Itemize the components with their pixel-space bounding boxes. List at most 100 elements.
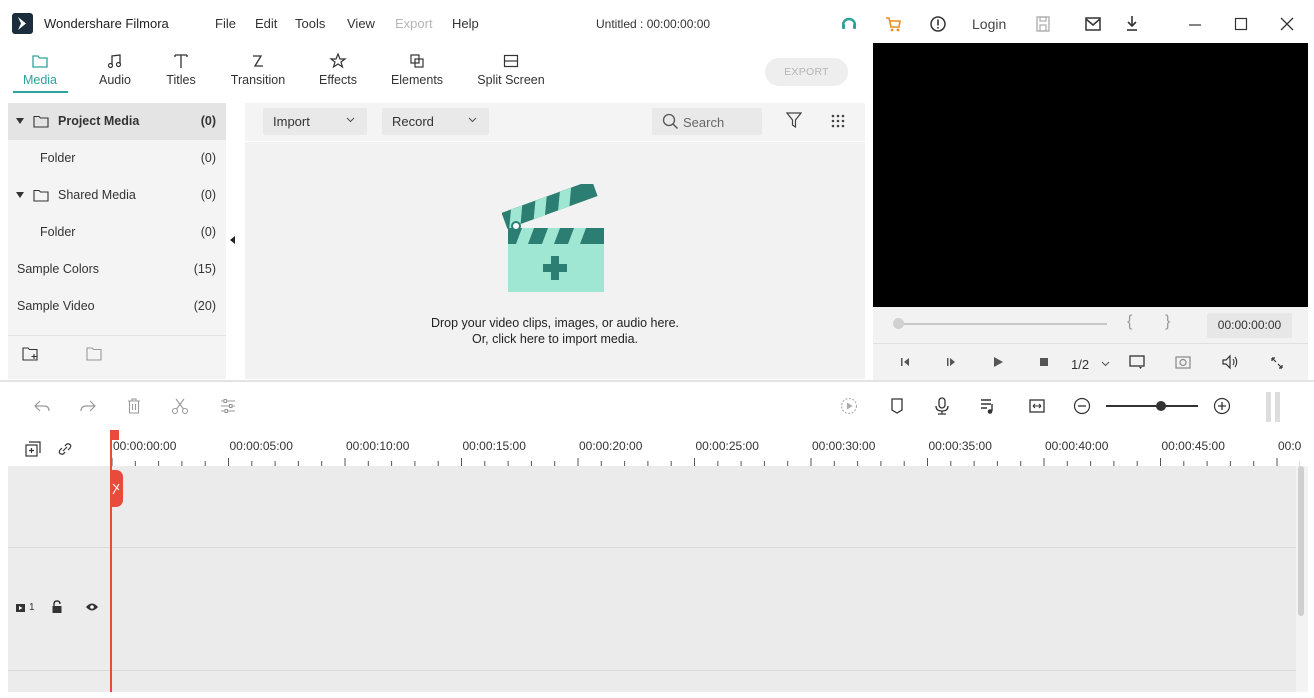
collapse-panel-icon[interactable] [230, 236, 235, 244]
ruler-ticks [111, 458, 1300, 466]
microphone-icon[interactable] [932, 396, 952, 416]
marker-icon[interactable] [887, 396, 907, 416]
ruler-label: 00:00:30:00 [812, 439, 876, 453]
tab-label: Elements [390, 73, 444, 87]
library-item-project-media[interactable]: Project Media (0) [8, 103, 226, 140]
playback-progress-track[interactable] [897, 323, 1107, 325]
import-dropdown[interactable]: Import [263, 108, 367, 135]
minimize-icon[interactable] [1184, 13, 1206, 35]
tab-audio[interactable]: Audio [84, 50, 146, 92]
library-item-name: Shared Media [58, 188, 136, 202]
library-item-count: (0) [200, 151, 216, 165]
undo-icon[interactable] [32, 396, 52, 416]
download-icon[interactable] [1121, 13, 1143, 35]
track-divider [110, 547, 1296, 548]
fit-timeline-icon[interactable] [1027, 396, 1047, 416]
new-folder-icon[interactable] [86, 346, 104, 362]
stop-icon[interactable] [1037, 355, 1051, 369]
search-input[interactable]: Search [652, 108, 762, 135]
mark-in-button[interactable]: { [1127, 313, 1132, 331]
library-item-name: Project Media [58, 114, 140, 128]
next-frame-icon[interactable] [944, 355, 958, 369]
library-item-name: Folder [40, 225, 76, 239]
playhead-top[interactable] [110, 430, 119, 440]
music-note-icon [84, 50, 146, 72]
add-track-icon[interactable] [24, 440, 42, 458]
folder-icon [9, 50, 71, 72]
fullscreen-icon[interactable] [1269, 355, 1285, 371]
add-folder-icon[interactable] [22, 346, 40, 362]
maximize-icon[interactable] [1230, 13, 1252, 35]
zoom-in-icon[interactable] [1212, 396, 1232, 416]
zoom-slider-track[interactable] [1106, 405, 1198, 407]
menu-view[interactable]: View [347, 16, 375, 31]
link-icon[interactable] [56, 440, 74, 458]
library-item-folder[interactable]: Folder (0) [8, 140, 226, 177]
render-preview-icon[interactable] [839, 396, 859, 416]
ruler-label: 00:00:25:00 [695, 439, 759, 453]
redo-icon[interactable] [78, 396, 98, 416]
tab-titles[interactable]: Titles [150, 50, 212, 92]
snapshot-icon[interactable] [1174, 353, 1192, 371]
menu-tools[interactable]: Tools [295, 16, 325, 31]
audio-mixer-icon[interactable] [978, 396, 998, 416]
playback-progress-knob[interactable] [893, 318, 904, 329]
library-item-shared-folder[interactable]: Folder (0) [8, 214, 226, 251]
mark-out-button[interactable]: } [1165, 313, 1170, 331]
zoom-out-icon[interactable] [1072, 396, 1092, 416]
folder-icon [33, 115, 49, 128]
eye-icon[interactable] [85, 602, 99, 612]
grid-view-icon[interactable] [830, 113, 846, 129]
tab-media[interactable]: Media [9, 50, 71, 92]
timeline-scroll-thumb[interactable] [1298, 466, 1304, 616]
ruler-label: 00:00:05:00 [229, 439, 293, 453]
adjust-icon[interactable] [218, 396, 238, 416]
cut-icon[interactable] [170, 396, 190, 416]
record-dropdown[interactable]: Record [382, 108, 489, 135]
previous-frame-icon[interactable] [898, 355, 912, 369]
play-icon[interactable] [991, 355, 1005, 369]
menu-export[interactable]: Export [395, 16, 433, 31]
info-icon[interactable] [927, 13, 949, 35]
playhead-handle[interactable] [110, 470, 123, 507]
volume-icon[interactable] [1221, 353, 1239, 371]
video-track-number: 1 [29, 602, 35, 613]
delete-icon[interactable] [124, 396, 144, 416]
quality-value: 1/2 [1071, 357, 1090, 372]
text-icon [150, 50, 212, 72]
export-button[interactable]: EXPORT [765, 58, 848, 86]
library-item-count: (0) [200, 114, 216, 128]
ruler-label: 00:00:15:00 [462, 439, 526, 453]
display-settings-icon[interactable] [1128, 353, 1146, 371]
lock-icon[interactable] [51, 600, 63, 614]
library-item-sample-colors[interactable]: Sample Colors (15) [8, 251, 226, 288]
login-link[interactable]: Login [972, 16, 1006, 32]
import-hint-text: Or, click here to import media. [471, 332, 639, 346]
filter-icon[interactable] [786, 112, 802, 129]
save-icon[interactable] [1032, 13, 1054, 35]
tab-split-screen[interactable]: Split Screen [476, 50, 546, 92]
tab-label: Effects [319, 73, 357, 87]
timeline-track-area[interactable] [110, 466, 1296, 692]
zoom-slider-knob[interactable] [1156, 401, 1166, 411]
tab-label: Split Screen [477, 73, 545, 87]
menu-file[interactable]: File [215, 16, 236, 31]
headset-icon[interactable] [838, 13, 860, 35]
clapperboard-add-icon[interactable] [502, 184, 606, 294]
tab-label: Media [22, 73, 58, 87]
library-item-name: Folder [40, 151, 76, 165]
tab-elements[interactable]: Elements [386, 50, 448, 92]
library-item-sample-video[interactable]: Sample Video (20) [8, 288, 226, 325]
mail-icon[interactable] [1082, 13, 1104, 35]
timeline-settings-icon[interactable] [1264, 392, 1282, 422]
close-icon[interactable] [1276, 13, 1298, 35]
app-name: Wondershare Filmora [44, 16, 169, 31]
tab-transition[interactable]: Transition [227, 50, 289, 92]
menu-help[interactable]: Help [452, 16, 479, 31]
library-item-shared-media[interactable]: Shared Media (0) [8, 177, 226, 214]
cart-icon[interactable] [882, 13, 904, 35]
menu-edit[interactable]: Edit [255, 16, 277, 31]
tab-label: Audio [99, 73, 131, 87]
playback-quality-select[interactable]: 1/2 [1071, 357, 1110, 372]
tab-effects[interactable]: Effects [307, 50, 369, 92]
